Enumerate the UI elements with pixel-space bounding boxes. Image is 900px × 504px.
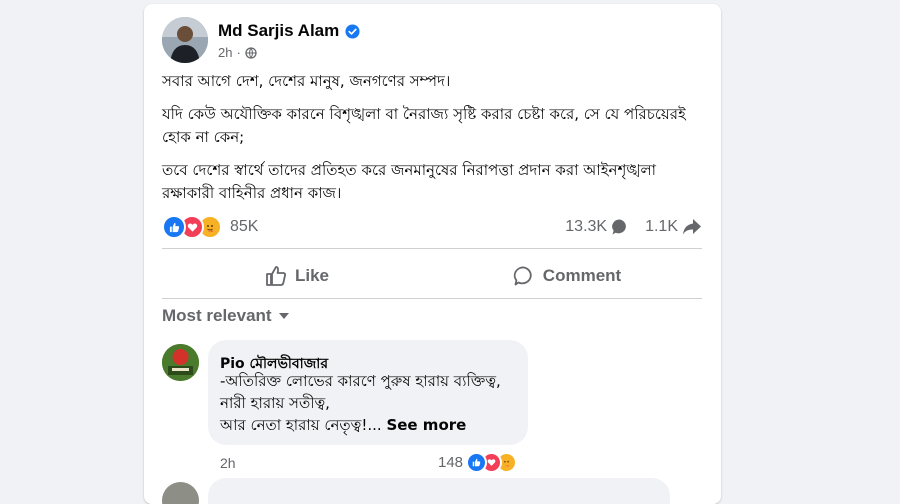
comment-bubble: Pio মৌলভীবাজার -অতিরিক্ত লোভের কারণে পুর… (208, 340, 528, 445)
share-count[interactable]: 1.1K (645, 218, 702, 236)
post-time[interactable]: 2h (218, 45, 232, 60)
post-body: সবার আগে দেশ, দেশের মানুষ, জনগণের সম্পদ।… (162, 70, 702, 215)
comment-sort-dropdown[interactable]: Most relevant (162, 306, 290, 326)
reaction-count[interactable]: 85K (230, 218, 258, 236)
comment-line-3-text: আর নেতা হারায় নেতৃত্ব!... (220, 416, 382, 434)
post-actions: Like Comment (162, 256, 702, 296)
comment-line-2: নারী হারায় সতীত্ব, (220, 394, 330, 412)
comment-line-1: -অতিরিক্ত লোভের কারণে পুরুষ হারায় ব্যক্… (220, 372, 501, 390)
stats-right: 13.3K 1.1K (565, 218, 702, 236)
comment-line-3: আর নেতা হারায় নেতৃত্ব!... See more (220, 414, 525, 436)
comment-count[interactable]: 13.3K (565, 218, 629, 236)
see-more-link[interactable]: See more (386, 416, 466, 434)
comment-bubble-icon (612, 219, 626, 235)
verified-badge-icon (345, 23, 360, 39)
globe-icon[interactable] (245, 46, 257, 59)
sort-label[interactable]: Most relevant (162, 306, 272, 326)
post-header: Md Sarjis Alam 2h · (162, 16, 702, 64)
divider-bottom (162, 298, 702, 299)
author-avatar[interactable] (162, 17, 208, 63)
author-name-text[interactable]: Md Sarjis Alam (218, 21, 339, 41)
like-label[interactable]: Like (295, 266, 329, 286)
author-name[interactable]: Md Sarjis Alam (218, 21, 360, 41)
post-meta: 2h · (218, 45, 257, 60)
next-comment-bubble (208, 478, 670, 504)
comment-count-text[interactable]: 13.3K (565, 218, 607, 236)
comment-text: -অতিরিক্ত লোভের কারণে পুরুষ হারায় ব্যক্… (220, 370, 525, 436)
meta-dot: · (236, 45, 241, 60)
reaction-summary[interactable]: 85K (162, 215, 258, 239)
share-arrow-icon (683, 219, 701, 235)
comment-item: Pio মৌলভীবাজার -অতিরিক্ত লোভের কারণে পুর… (162, 340, 702, 480)
comment-label[interactable]: Comment (543, 266, 621, 286)
next-comment-item (162, 478, 702, 504)
comment-reaction-count[interactable]: 148 (438, 454, 463, 471)
post-paragraph-3: তবে দেশের স্বার্থে তাদের প্রতিহত করে জনম… (162, 161, 656, 202)
like-button[interactable]: Like (162, 256, 432, 296)
commenter-avatar[interactable] (162, 344, 199, 381)
caret-down-icon (278, 313, 289, 319)
comment-icon (513, 266, 532, 286)
post-paragraph-1: সবার আগে দেশ, দেশের মানুষ, জনগণের সম্পদ। (162, 72, 451, 90)
comment-time[interactable]: 2h (220, 455, 236, 471)
share-count-text[interactable]: 1.1K (645, 218, 678, 236)
post-paragraph-2: যদি কেউ অযৌক্তিক কারনে বিশৃঙ্খলা বা নৈরা… (162, 105, 686, 146)
thumbs-up-icon (266, 266, 286, 286)
comment-button[interactable]: Comment (432, 256, 702, 296)
comment-reactions[interactable]: 148 (438, 452, 518, 473)
post-stats: 85K 13.3K 1.1K (162, 214, 702, 240)
divider-top (162, 248, 702, 249)
next-commenter-avatar[interactable] (162, 482, 199, 504)
comment-like-icon (466, 452, 488, 473)
post-card: Md Sarjis Alam 2h · সবার আগে দেশ, দেশের … (144, 4, 721, 504)
like-reaction-icon (162, 215, 186, 239)
